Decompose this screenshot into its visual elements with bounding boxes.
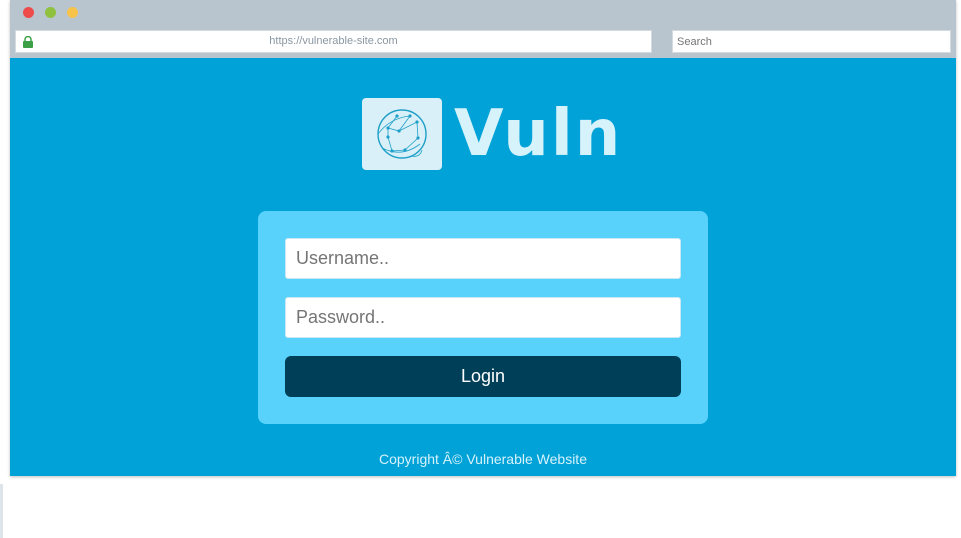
logo	[362, 98, 442, 170]
browser-toolbar: https://vulnerable-site.com	[10, 0, 956, 58]
copyright-text: Copyright Â© Vulnerable Website	[379, 451, 587, 467]
password-input[interactable]	[285, 297, 681, 338]
network-globe-icon	[377, 109, 427, 159]
login-button[interactable]: Login	[285, 356, 681, 397]
url-text: https://vulnerable-site.com	[269, 35, 398, 47]
browser-window: https://vulnerable-site.com Vuln Logi	[10, 0, 956, 476]
minimize-window-button[interactable]	[45, 7, 56, 18]
close-window-button[interactable]	[23, 7, 34, 18]
browser-search-input[interactable]	[672, 30, 951, 53]
window-edge	[0, 484, 3, 538]
username-input[interactable]	[285, 238, 681, 279]
address-bar[interactable]: https://vulnerable-site.com	[15, 30, 652, 53]
login-form: Login	[258, 211, 708, 424]
maximize-window-button[interactable]	[67, 7, 78, 18]
brand-name: Vuln	[454, 97, 623, 171]
